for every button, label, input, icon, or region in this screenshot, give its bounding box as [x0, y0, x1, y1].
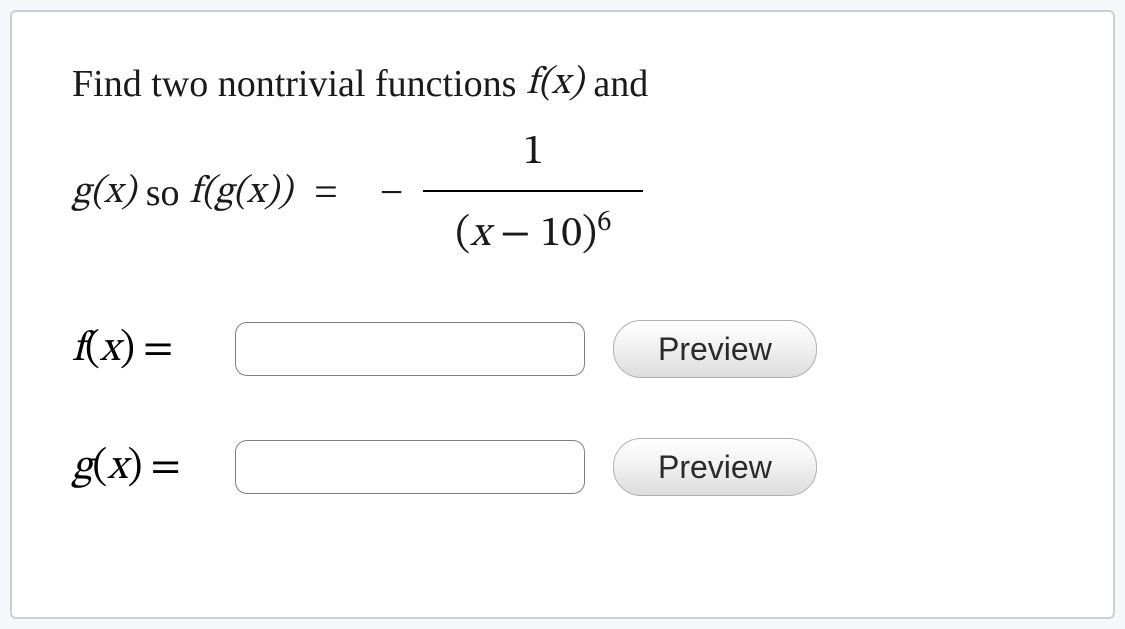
answer-row-g: g(x)= Preview: [72, 438, 1053, 496]
label-f-var: x: [100, 328, 120, 370]
fraction-numerator: 1: [423, 117, 643, 192]
math-gx: g(x): [72, 161, 136, 226]
equals-sign: =: [314, 158, 338, 229]
prompt-prefix: Find two nontrivial functions: [72, 52, 516, 117]
den-minus: −: [500, 213, 530, 255]
label-g-close: ): [127, 446, 142, 488]
label-f-eq: =: [143, 328, 173, 370]
prompt-so: so: [146, 161, 180, 226]
label-f-close: ): [120, 328, 135, 370]
den-close-paren: ): [582, 213, 597, 255]
label-f-open: (: [85, 328, 100, 370]
label-f-fn: f: [72, 328, 85, 370]
den-var-x: x: [470, 213, 490, 255]
den-const: 10: [540, 213, 582, 255]
input-fx[interactable]: [235, 322, 585, 376]
label-g-open: (: [92, 446, 107, 488]
fraction: 1 (x − 10)6: [423, 117, 643, 271]
math-fx: f(x): [526, 52, 583, 117]
fraction-denominator: (x − 10)6: [455, 192, 611, 270]
answer-row-f: f(x)= Preview: [72, 320, 1053, 378]
math-fgx: f(g(x)): [190, 161, 293, 226]
question-prompt: Find two nontrivial functions f(x) and g…: [72, 52, 1053, 270]
den-open-paren: (: [455, 213, 470, 255]
label-g-eq: =: [150, 446, 180, 488]
question-card: Find two nontrivial functions f(x) and g…: [10, 10, 1115, 619]
label-g-var: x: [107, 446, 127, 488]
preview-button-f[interactable]: Preview: [613, 320, 817, 378]
label-gx: g(x)=: [72, 441, 207, 494]
rhs-expression: − 1 (x − 10)6: [380, 117, 644, 271]
label-fx: f(x)=: [72, 323, 207, 376]
den-exponent: 6: [597, 208, 612, 237]
preview-button-g[interactable]: Preview: [613, 438, 817, 496]
input-gx[interactable]: [235, 440, 585, 494]
question-line-2: g(x) so f(g(x)) = − 1 (x − 10)6: [72, 117, 1053, 271]
label-g-fn: g: [72, 446, 92, 488]
negative-sign: −: [380, 158, 404, 229]
prompt-and: and: [593, 52, 648, 117]
question-line: Find two nontrivial functions f(x) and: [72, 52, 1053, 117]
